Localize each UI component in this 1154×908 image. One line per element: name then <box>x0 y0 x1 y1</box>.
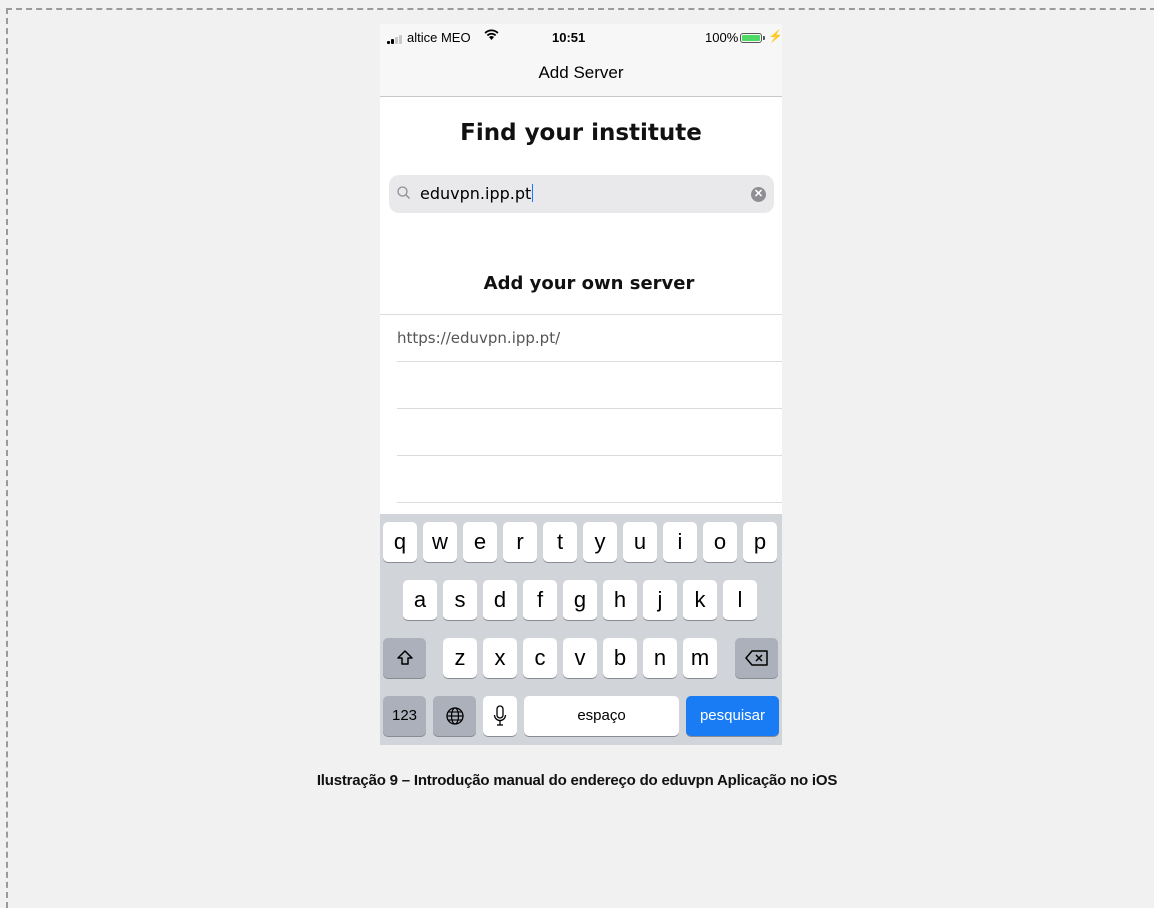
search-icon <box>397 186 410 199</box>
key-n[interactable]: n <box>643 638 677 678</box>
backspace-icon <box>744 650 768 666</box>
globe-icon <box>445 707 464 725</box>
divider <box>397 502 782 503</box>
search-input[interactable]: eduvpn.ipp.pt <box>420 184 534 203</box>
shift-key[interactable] <box>383 638 426 678</box>
key-e[interactable]: e <box>463 522 497 562</box>
battery-icon <box>740 33 762 43</box>
search-field[interactable]: eduvpn.ipp.pt ✕ <box>389 175 774 213</box>
key-q[interactable]: q <box>383 522 417 562</box>
navigation-bar: Add Server <box>380 52 782 97</box>
search-key[interactable]: pesquisar <box>686 696 779 736</box>
divider <box>397 361 782 362</box>
text-caret <box>532 184 534 202</box>
divider <box>397 408 782 409</box>
key-l[interactable]: l <box>723 580 757 620</box>
add-own-server-heading: Add your own server <box>483 273 695 294</box>
find-institute-heading: Find your institute <box>460 120 702 146</box>
divider <box>397 455 782 456</box>
key-k[interactable]: k <box>683 580 717 620</box>
key-m[interactable]: m <box>683 638 717 678</box>
signal-icon <box>387 35 402 44</box>
globe-key[interactable] <box>433 696 476 736</box>
key-x[interactable]: x <box>483 638 517 678</box>
keyboard: 123 espaço pesquisar qwertyuiop asdfghjkl… <box>380 514 782 745</box>
status-bar: altice MEO 10:51 100% ⚡ <box>380 24 782 52</box>
space-key[interactable]: espaço <box>524 696 679 736</box>
search-value: eduvpn.ipp.pt <box>420 184 532 203</box>
numbers-key[interactable]: 123 <box>383 696 426 736</box>
figure-caption: Ilustração 9 – Introdução manual do ende… <box>316 772 838 789</box>
key-i[interactable]: i <box>663 522 697 562</box>
key-w[interactable]: w <box>423 522 457 562</box>
divider <box>380 314 782 315</box>
dictation-key[interactable] <box>483 696 517 736</box>
key-g[interactable]: g <box>563 580 597 620</box>
wifi-icon <box>484 29 499 44</box>
key-r[interactable]: r <box>503 522 537 562</box>
key-f[interactable]: f <box>523 580 557 620</box>
key-h[interactable]: h <box>603 580 637 620</box>
key-a[interactable]: a <box>403 580 437 620</box>
key-j[interactable]: j <box>643 580 677 620</box>
key-v[interactable]: v <box>563 638 597 678</box>
phone-screenshot: altice MEO 10:51 100% ⚡ Add Server Find … <box>380 24 782 745</box>
key-y[interactable]: y <box>583 522 617 562</box>
key-t[interactable]: t <box>543 522 577 562</box>
status-time: 10:51 <box>552 30 586 45</box>
battery-percentage: 100% <box>705 30 739 45</box>
key-o[interactable]: o <box>703 522 737 562</box>
shift-icon <box>396 650 413 665</box>
key-b[interactable]: b <box>603 638 637 678</box>
key-c[interactable]: c <box>523 638 557 678</box>
carrier-name: altice MEO <box>407 30 471 45</box>
key-d[interactable]: d <box>483 580 517 620</box>
microphone-icon <box>493 705 507 726</box>
clear-search-icon[interactable]: ✕ <box>751 187 766 202</box>
key-u[interactable]: u <box>623 522 657 562</box>
key-s[interactable]: s <box>443 580 477 620</box>
key-p[interactable]: p <box>743 522 777 562</box>
key-z[interactable]: z <box>443 638 477 678</box>
backspace-key[interactable] <box>735 638 778 678</box>
battery-tip <box>763 36 765 40</box>
nav-title: Add Server <box>538 63 624 82</box>
charging-icon: ⚡ <box>768 29 782 43</box>
server-url-row[interactable]: https://eduvpn.ipp.pt/ <box>397 329 560 347</box>
